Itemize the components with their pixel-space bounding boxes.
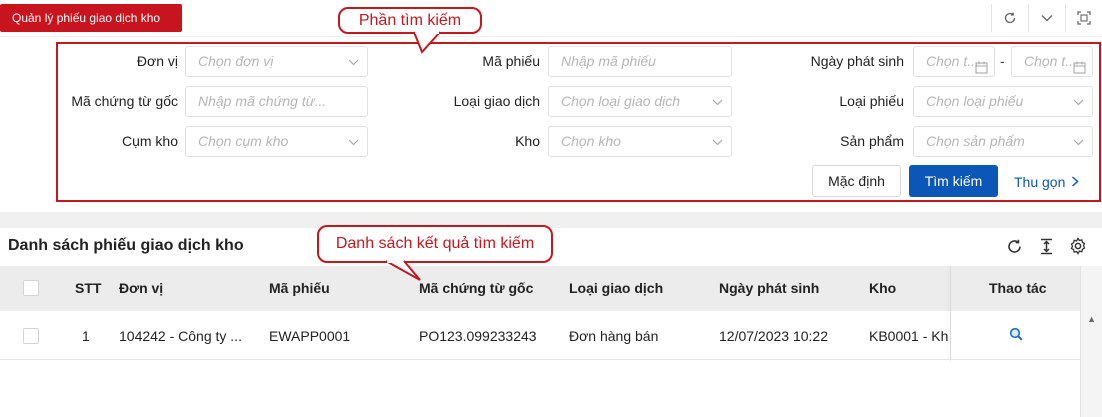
kho-label: Kho bbox=[515, 133, 540, 149]
reload-icon[interactable] bbox=[1004, 236, 1024, 256]
fullscreen-icon[interactable] bbox=[1065, 4, 1102, 32]
result-callout-pointer bbox=[385, 260, 421, 281]
scroll-up-arrow-icon[interactable]: ▲ bbox=[1087, 314, 1096, 324]
san-pham-placeholder: Chọn sản phẩm bbox=[926, 133, 1025, 149]
ma-phieu-input[interactable]: Nhập mã phiếu bbox=[548, 46, 732, 77]
column-kho[interactable]: Kho bbox=[869, 280, 896, 296]
chevron-down-icon[interactable] bbox=[1028, 4, 1065, 32]
chevron-right-icon bbox=[1071, 174, 1079, 190]
cum-kho-label: Cụm kho bbox=[121, 133, 178, 149]
cum-kho-select[interactable]: Chọn cụm kho bbox=[185, 126, 368, 157]
fixed-column-divider bbox=[950, 266, 951, 361]
collapse-label: Thu gọn bbox=[1014, 174, 1066, 190]
date-from-placeholder: Chọn t... bbox=[926, 53, 979, 69]
ma-phieu-label: Mã phiếu bbox=[482, 53, 540, 69]
cell-stt: 1 bbox=[82, 328, 90, 344]
column-ngay-phat-sinh[interactable]: Ngày phát sinh bbox=[719, 280, 819, 296]
list-toolbar bbox=[1004, 236, 1088, 256]
chevron-down-icon bbox=[712, 127, 723, 156]
loai-giao-dich-placeholder: Chọn loại giao dịch bbox=[561, 93, 681, 109]
row-checkbox[interactable] bbox=[23, 328, 39, 344]
don-vi-select[interactable]: Chọn đơn vị bbox=[185, 46, 368, 77]
cell-don-vi: 104242 - Công ty ... bbox=[119, 328, 242, 344]
loai-giao-dich-select[interactable]: Chọn loại giao dịch bbox=[548, 86, 732, 117]
ngay-phat-sinh-label: Ngày phát sinh bbox=[810, 53, 904, 69]
chevron-down-icon bbox=[348, 127, 359, 156]
section-divider bbox=[0, 212, 1102, 228]
column-ma-chung-tu-goc[interactable]: Mã chứng từ gốc bbox=[419, 280, 533, 296]
reload-icon[interactable] bbox=[991, 4, 1028, 32]
cum-kho-placeholder: Chọn cụm kho bbox=[198, 133, 289, 149]
column-loai-giao-dich[interactable]: Loại giao dịch bbox=[569, 280, 663, 296]
cell-ngay-phat-sinh: 12/07/2023 10:22 bbox=[719, 328, 828, 344]
column-thao-tac: Thao tác bbox=[989, 280, 1047, 296]
don-vi-placeholder: Chọn đơn vị bbox=[198, 53, 274, 69]
search-button[interactable]: Tìm kiếm bbox=[909, 165, 998, 197]
date-to-placeholder: Chọn t... bbox=[1024, 53, 1077, 69]
chevron-down-icon bbox=[1073, 127, 1084, 156]
san-pham-select[interactable]: Chọn sản phẩm bbox=[913, 126, 1093, 157]
loai-phieu-select[interactable]: Chọn loại phiếu bbox=[913, 86, 1093, 117]
cell-ma-chung-tu-goc: PO123.099233243 bbox=[419, 328, 537, 344]
column-stt[interactable]: STT bbox=[75, 280, 101, 296]
san-pham-label: Sản phẩm bbox=[840, 133, 904, 149]
result-list-callout: Danh sách kết quả tìm kiếm bbox=[317, 225, 553, 263]
cell-kho: KB0001 - Kho bbox=[869, 328, 949, 344]
column-ma-phieu[interactable]: Mã phiếu bbox=[269, 280, 330, 296]
loai-phieu-placeholder: Chọn loại phiếu bbox=[926, 93, 1024, 109]
chevron-down-icon bbox=[348, 47, 359, 76]
kho-select[interactable]: Chọn kho bbox=[548, 126, 732, 157]
list-title: Danh sách phiếu giao dịch kho bbox=[8, 237, 244, 254]
search-icon[interactable] bbox=[1009, 327, 1023, 344]
table-header: STT Đơn vị Mã phiếu Mã chứng từ gốc Loại… bbox=[0, 266, 1080, 311]
settings-icon[interactable] bbox=[1068, 236, 1088, 256]
default-button[interactable]: Mặc định bbox=[812, 165, 901, 197]
don-vi-label: Đơn vị bbox=[136, 53, 178, 69]
date-from-picker[interactable]: Chọn t... bbox=[913, 46, 995, 77]
select-all-checkbox[interactable] bbox=[23, 280, 39, 296]
search-section-callout: Phần tìm kiếm bbox=[338, 7, 482, 34]
ma-chung-tu-goc-placeholder: Nhập mã chứng từ... bbox=[198, 93, 327, 109]
ma-phieu-placeholder: Nhập mã phiếu bbox=[561, 53, 656, 69]
collapse-link[interactable]: Thu gọn bbox=[1014, 172, 1079, 192]
kho-placeholder: Chọn kho bbox=[561, 133, 621, 149]
ma-chung-tu-goc-label: Mã chứng từ gốc bbox=[71, 93, 178, 109]
ma-chung-tu-goc-input[interactable]: Nhập mã chứng từ... bbox=[185, 86, 368, 117]
calendar-icon bbox=[1073, 55, 1086, 76]
header-toolbar bbox=[991, 4, 1102, 32]
date-to-picker[interactable]: Chọn t... bbox=[1011, 46, 1093, 77]
date-range-separator: - bbox=[1000, 53, 1005, 69]
loai-giao-dich-label: Loại giao dịch bbox=[453, 93, 540, 109]
chevron-down-icon bbox=[712, 87, 723, 116]
cell-ma-phieu: EWAPP0001 bbox=[269, 328, 351, 344]
vertical-scrollbar[interactable] bbox=[1080, 266, 1102, 417]
column-don-vi[interactable]: Đơn vị bbox=[119, 280, 163, 296]
loai-phieu-label: Loại phiếu bbox=[839, 93, 904, 109]
table-row[interactable]: 1 104242 - Công ty ... EWAPP0001 PO123.0… bbox=[0, 312, 1080, 360]
cell-loai-giao-dich: Đơn hàng bán bbox=[569, 328, 659, 344]
calendar-icon bbox=[975, 55, 988, 76]
column-height-icon[interactable] bbox=[1036, 236, 1056, 256]
chevron-down-icon bbox=[1073, 87, 1084, 116]
page-title-tab[interactable]: Quản lý phiếu giao dịch kho bbox=[0, 4, 182, 32]
search-callout-pointer bbox=[413, 31, 441, 54]
header-divider bbox=[0, 36, 1102, 37]
